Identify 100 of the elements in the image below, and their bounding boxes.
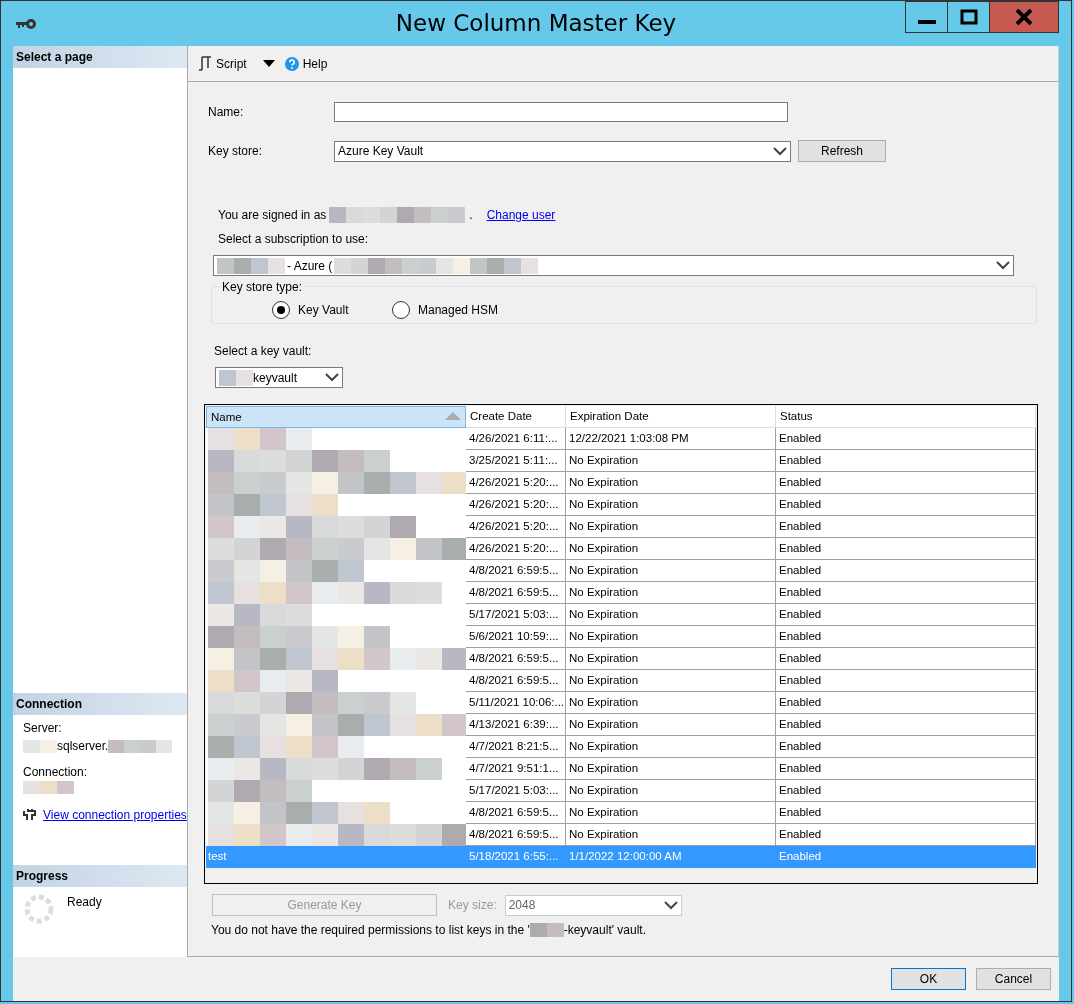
close-button[interactable] bbox=[989, 1, 1059, 33]
radio-option[interactable]: Key Vault bbox=[270, 301, 390, 319]
table-row[interactable]: 4/7/2021 8:21:5... No Expiration Enabled bbox=[206, 736, 1036, 758]
period-text: . bbox=[469, 207, 473, 224]
server-label: Server: bbox=[23, 720, 63, 737]
chevron-down-icon bbox=[663, 900, 678, 910]
section-heading: Select a page bbox=[13, 46, 187, 68]
dialog-button[interactable]: OK bbox=[891, 968, 966, 990]
table-cell: Enabled bbox=[776, 582, 1036, 604]
table-row[interactable]: 5/11/2021 10:06:... No Expiration Enabled bbox=[206, 692, 1036, 714]
table-cell: Enabled bbox=[776, 780, 1036, 802]
table-row[interactable]: 3/25/2021 5:11:... No Expiration Enabled bbox=[206, 450, 1036, 472]
table-row[interactable]: 4/8/2021 6:59:5... No Expiration Enabled bbox=[206, 560, 1036, 582]
sort-arrow-icon bbox=[445, 412, 461, 420]
key-vault-dropdown[interactable]: keyvault bbox=[215, 367, 343, 388]
key-store-dropdown[interactable]: Azure Key Vault bbox=[334, 140, 791, 162]
name-label: Name: bbox=[208, 104, 245, 121]
spinner-icon bbox=[23, 893, 55, 925]
table-cell: test bbox=[206, 846, 466, 868]
minimize-button[interactable] bbox=[905, 1, 947, 33]
connection-properties-link[interactable]: View connection properties bbox=[43, 806, 187, 824]
table-cell: No Expiration bbox=[566, 692, 776, 714]
subscription-dropdown[interactable]: - Azure ( bbox=[213, 255, 1014, 276]
help-button[interactable]: Help bbox=[282, 54, 330, 73]
message-text: You do not have the required permissions to list keys in the ' bbox=[211, 922, 530, 939]
chevron-down-icon bbox=[996, 261, 1010, 270]
table-cell: 4/26/2021 6:11:... bbox=[466, 428, 566, 450]
table-cell: 1/1/2022 12:00:00 AM bbox=[566, 846, 776, 868]
table-cell: No Expiration bbox=[566, 604, 776, 626]
table-cell: 4/8/2021 6:59:5... bbox=[466, 802, 566, 824]
column-header[interactable]: Expiration Date bbox=[566, 406, 776, 428]
table-row[interactable]: 5/6/2021 10:59:... No Expiration Enabled bbox=[206, 626, 1036, 648]
connection-label: Connection: bbox=[23, 764, 89, 781]
refresh-button[interactable]: Refresh bbox=[798, 140, 886, 162]
table-row[interactable]: 4/8/2021 6:59:5... No Expiration Enabled bbox=[206, 824, 1036, 846]
redacted-mosaic bbox=[217, 257, 285, 274]
table-cell: 5/17/2021 5:03:... bbox=[466, 780, 566, 802]
table-row[interactable]: 4/26/2021 5:20:... No Expiration Enabled bbox=[206, 516, 1036, 538]
message-text: -keyvault' vault. bbox=[563, 922, 647, 939]
table-row[interactable]: 5/17/2021 5:03:... No Expiration Enabled bbox=[206, 780, 1036, 802]
table-row[interactable]: 4/8/2021 6:59:5... No Expiration Enabled bbox=[206, 648, 1036, 670]
table-cell: Enabled bbox=[776, 494, 1036, 516]
table-row[interactable]: 4/26/2021 5:20:... No Expiration Enabled bbox=[206, 472, 1036, 494]
table-cell: No Expiration bbox=[566, 560, 776, 582]
plug-icon bbox=[23, 809, 37, 821]
table-cell: 4/8/2021 6:59:5... bbox=[466, 648, 566, 670]
table-row[interactable]: 4/8/2021 6:59:5... No Expiration Enabled bbox=[206, 582, 1036, 604]
table-row[interactable]: 4/26/2021 5:20:... No Expiration Enabled bbox=[206, 494, 1036, 516]
table-row[interactable]: 4/26/2021 6:11:... 12/22/2021 1:03:08 PM Enabled bbox=[206, 428, 1036, 450]
redacted-mosaic bbox=[23, 781, 74, 794]
table-cell: Enabled bbox=[776, 736, 1036, 758]
close-icon bbox=[1015, 9, 1033, 25]
table-cell: No Expiration bbox=[566, 802, 776, 824]
script-icon bbox=[198, 55, 212, 72]
table-cell: No Expiration bbox=[566, 516, 776, 538]
table-row[interactable]: 4/26/2021 5:20:... No Expiration Enabled bbox=[206, 538, 1036, 560]
table-cell: Enabled bbox=[776, 692, 1036, 714]
radio-option[interactable]: Managed HSM bbox=[390, 301, 510, 319]
maximize-button[interactable] bbox=[947, 1, 989, 33]
table-cell: 4/7/2021 9:51:1... bbox=[466, 758, 566, 780]
table-cell: 4/26/2021 5:20:... bbox=[466, 516, 566, 538]
key-icon bbox=[15, 17, 37, 30]
name-field[interactable] bbox=[334, 102, 788, 122]
table-cell: 5/17/2021 5:03:... bbox=[466, 604, 566, 626]
table-row[interactable]: 4/8/2021 6:59:5... No Expiration Enabled bbox=[206, 670, 1036, 692]
script-button[interactable]: Script bbox=[196, 54, 249, 73]
column-header[interactable]: Create Date bbox=[466, 406, 566, 428]
table-cell: Enabled bbox=[776, 428, 1036, 450]
section-heading: Connection bbox=[13, 693, 187, 715]
table-row[interactable]: 4/7/2021 9:51:1... No Expiration Enabled bbox=[206, 758, 1036, 780]
table-cell: 5/18/2021 6:55:... bbox=[466, 846, 566, 868]
minimize-icon bbox=[917, 20, 936, 24]
table-cell: No Expiration bbox=[566, 450, 776, 472]
table-row[interactable]: 4/8/2021 6:59:5... No Expiration Enabled bbox=[206, 802, 1036, 824]
table-cell: 4/26/2021 5:20:... bbox=[466, 494, 566, 516]
redacted-mosaic bbox=[529, 923, 564, 937]
table-row[interactable]: 5/17/2021 5:03:... No Expiration Enabled bbox=[206, 604, 1036, 626]
table-cell: 4/8/2021 6:59:5... bbox=[466, 670, 566, 692]
table-cell: Enabled bbox=[776, 516, 1036, 538]
dialog-button[interactable]: Cancel bbox=[976, 968, 1051, 990]
table-cell: 4/26/2021 5:20:... bbox=[466, 472, 566, 494]
column-header[interactable]: Name bbox=[206, 406, 466, 428]
table-cell: 3/25/2021 5:11:... bbox=[466, 450, 566, 472]
change-user-link[interactable]: Change user bbox=[486, 206, 556, 224]
chevron-down-icon bbox=[325, 373, 339, 382]
key-size-label: Key size: bbox=[448, 897, 497, 914]
dropdown-caret-icon[interactable] bbox=[260, 59, 277, 68]
table-cell: No Expiration bbox=[566, 670, 776, 692]
table-cell: Enabled bbox=[776, 846, 1036, 868]
table-cell: Enabled bbox=[776, 670, 1036, 692]
table-cell: No Expiration bbox=[566, 626, 776, 648]
table-cell: Enabled bbox=[776, 626, 1036, 648]
table-cell: Enabled bbox=[776, 450, 1036, 472]
column-header[interactable]: Status bbox=[776, 406, 1036, 428]
table-cell: No Expiration bbox=[566, 758, 776, 780]
table-cell: Enabled bbox=[776, 560, 1036, 582]
table-row[interactable]: 4/13/2021 6:39:... No Expiration Enabled bbox=[206, 714, 1036, 736]
table-cell: 4/26/2021 5:20:... bbox=[466, 538, 566, 560]
table-cell: No Expiration bbox=[566, 648, 776, 670]
table-cell: Enabled bbox=[776, 604, 1036, 626]
